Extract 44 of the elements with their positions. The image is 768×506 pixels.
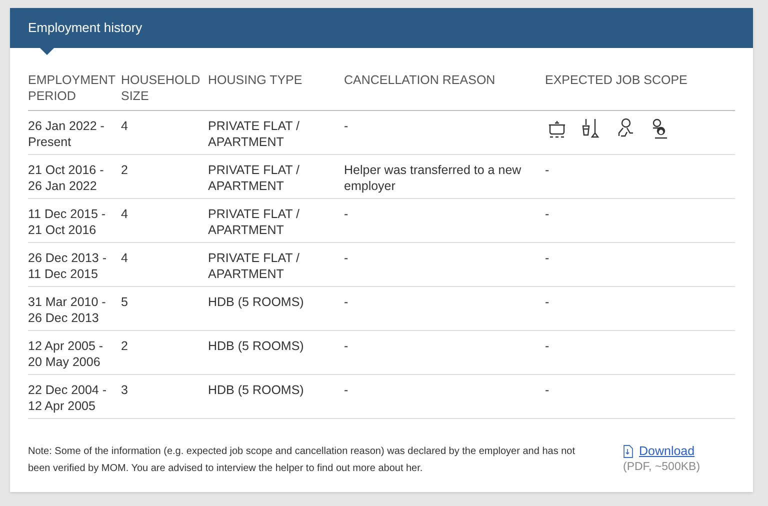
disclaimer-note: Note: Some of the information (e.g. expected job scope and cancellation reason) was declared by the employer and has not been verified by MOM. You are advised to interview the helper to find out more about her. bbox=[28, 445, 576, 476]
table-cell-text: - bbox=[545, 382, 550, 398]
table-cell-text: 4 bbox=[121, 250, 129, 266]
table-cell-text: 26 Jan 2022 - Present bbox=[28, 118, 106, 150]
table-cell-text: - bbox=[545, 294, 550, 310]
table-cell-text: 2 bbox=[121, 338, 129, 354]
table-cell-text: 3 bbox=[121, 382, 129, 398]
table-cell-text: - bbox=[545, 162, 550, 178]
table-cell-text: 12 Apr 2005 - 20 May 2006 bbox=[28, 338, 104, 370]
table-cell-text: - bbox=[344, 294, 350, 310]
table-cell-text: - bbox=[545, 250, 550, 266]
table-cell-text: - bbox=[344, 338, 350, 354]
table-cell-text: 5 bbox=[121, 294, 129, 310]
table-cell-text: PRIVATE FLAT / APARTMENT bbox=[208, 206, 300, 238]
table-cell-text: 4 bbox=[121, 206, 129, 222]
column-header: HOUSEHOLD SIZE bbox=[121, 72, 200, 104]
document-icon bbox=[623, 444, 633, 458]
table-cell-text: - bbox=[344, 118, 350, 134]
table-cell-text: PRIVATE FLAT / APARTMENT bbox=[208, 250, 300, 282]
table-cell-text: PRIVATE FLAT / APARTMENT bbox=[208, 118, 300, 150]
table-cell-text: HDB (5 ROOMS) bbox=[208, 294, 305, 310]
file-info: (PDF, ~500KB) bbox=[623, 460, 702, 475]
table-cell-text: HDB (5 ROOMS) bbox=[208, 382, 305, 398]
download-link[interactable]: Download bbox=[639, 443, 695, 459]
column-header: HOUSING TYPE bbox=[208, 72, 304, 88]
table-cell-text: 21 Oct 2016 - 26 Jan 2022 bbox=[28, 162, 105, 194]
table-cell-text: - bbox=[344, 382, 350, 398]
table-cell-text: 11 Dec 2015 - 21 Oct 2016 bbox=[28, 206, 107, 238]
table-cell-text: - bbox=[344, 206, 350, 222]
table-cell-text: Helper was transferred to a new employer bbox=[344, 162, 522, 194]
table-cell-text: - bbox=[545, 206, 550, 222]
column-header: EMPLOYMENT PERIOD bbox=[28, 72, 113, 104]
panel-title: Employment history bbox=[28, 19, 142, 38]
table-cell-text: 22 Dec 2004 - 12 Apr 2005 bbox=[28, 382, 108, 414]
table-cell-text: 26 Dec 2013 - 11 Dec 2015 bbox=[28, 250, 108, 282]
table-cell-text: PRIVATE FLAT / APARTMENT bbox=[208, 162, 300, 194]
column-header: CANCELLATION REASON bbox=[344, 72, 496, 88]
table-cell-text: 4 bbox=[121, 118, 129, 134]
table-cell-text: 31 Mar 2010 - 26 Dec 2013 bbox=[28, 294, 107, 326]
table-cell-text: HDB (5 ROOMS) bbox=[208, 338, 305, 354]
table-cell-text: - bbox=[344, 250, 350, 266]
table-cell-text: 2 bbox=[121, 162, 129, 178]
table-cell-text: - bbox=[545, 338, 550, 354]
column-header: EXPECTED JOB SCOPE bbox=[545, 72, 688, 88]
